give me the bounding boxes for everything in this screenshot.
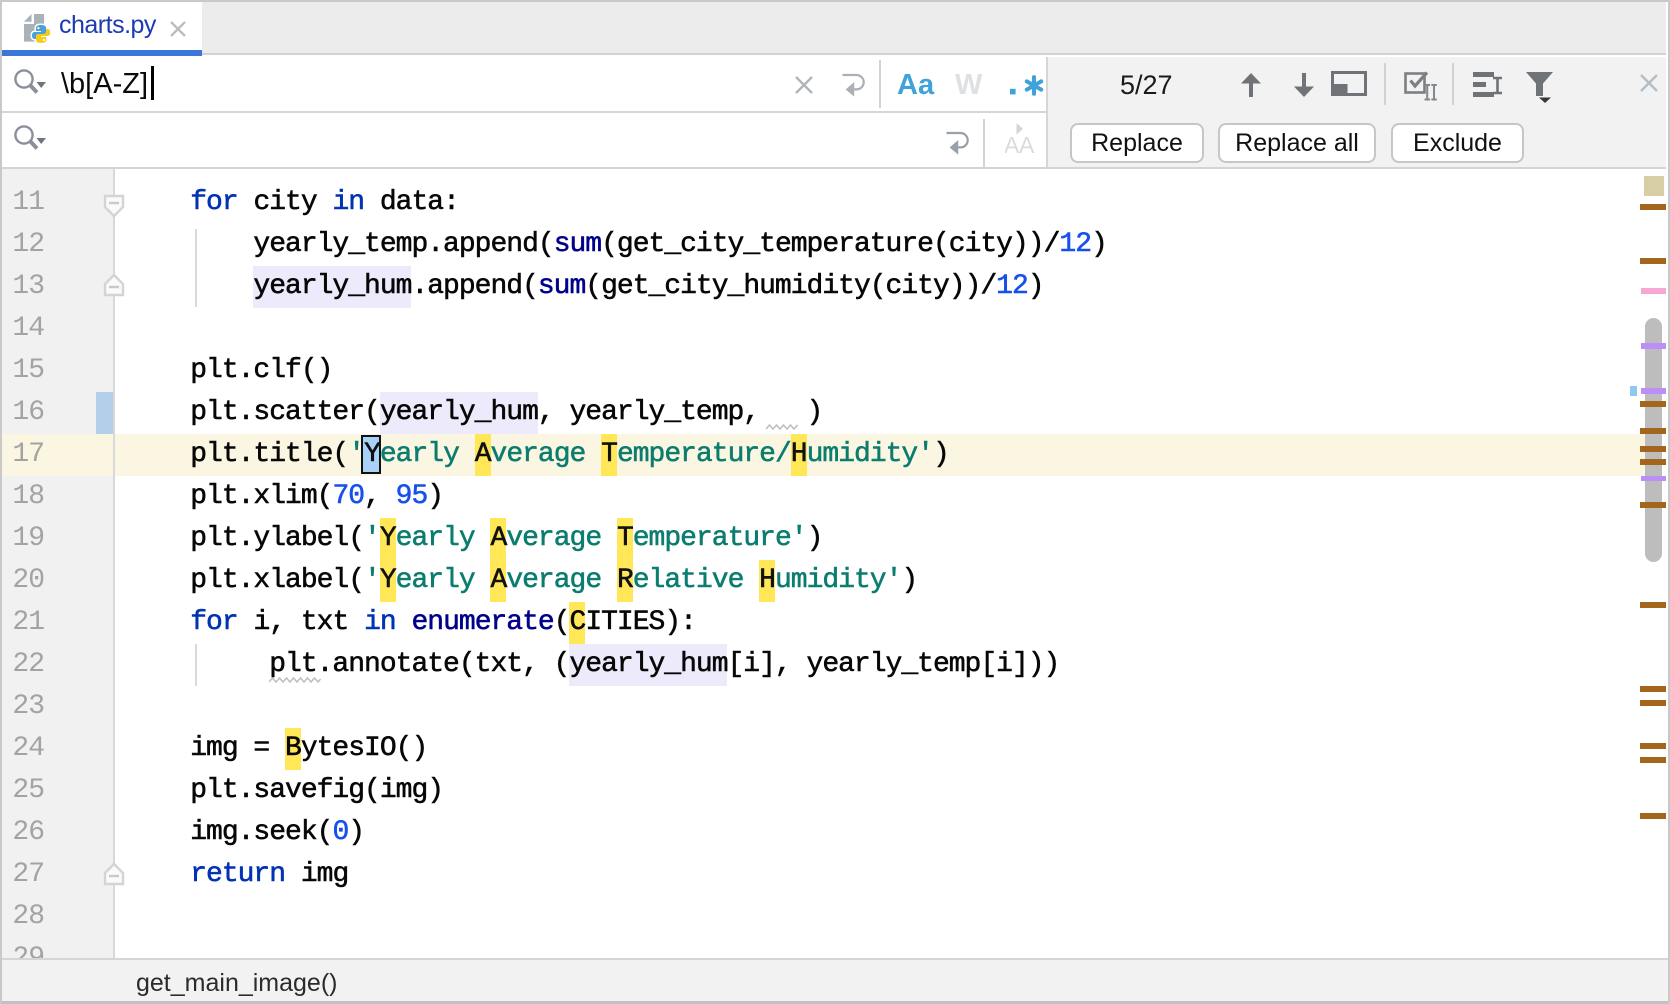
svg-text:A: A [1019,132,1035,155]
svg-text:A: A [1005,132,1020,155]
